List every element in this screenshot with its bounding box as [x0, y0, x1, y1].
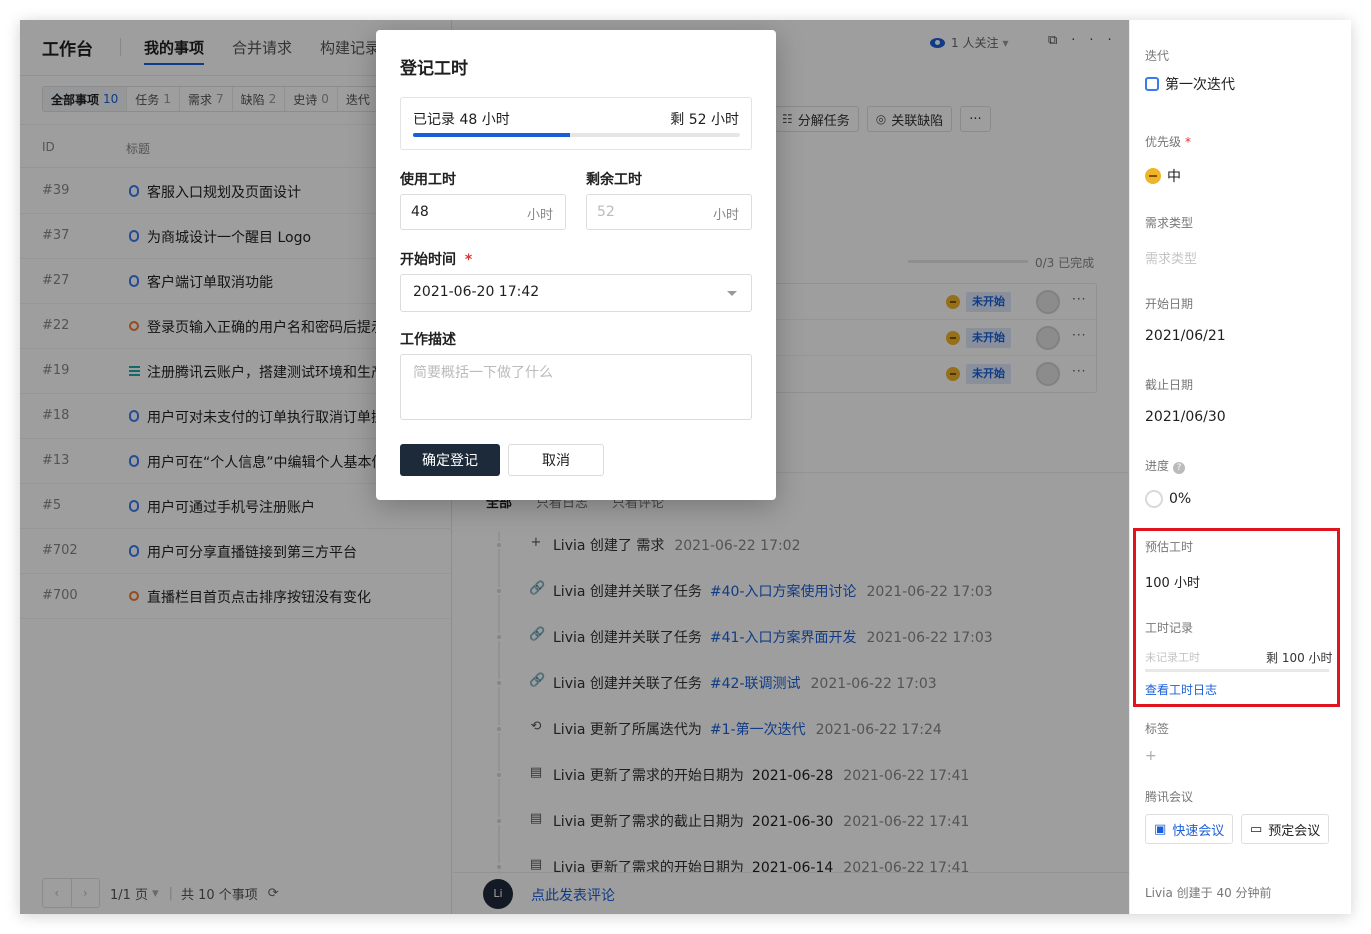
add-tag-button[interactable]: +	[1145, 748, 1157, 764]
log-work-dialog: 登记工时 已记录 48 小时 剩 52 小时 使用工时 小时 剩余工时 小时 开…	[376, 30, 776, 500]
start-time-label: 开始时间 *	[400, 252, 473, 268]
used-hours-label: 使用工时	[400, 172, 456, 188]
worklog-summary: 已记录 48 小时 剩 52 小时	[400, 97, 752, 150]
remaining-hours-unit: 小时	[712, 208, 739, 223]
progress-ring-icon	[1145, 490, 1163, 508]
worklog-unrecorded: 未记录工时	[1145, 651, 1200, 664]
summary-progress-track	[413, 133, 740, 137]
start-time-picker[interactable]: 2021-06-20 17:42	[400, 274, 752, 312]
meeting-label: 腾讯会议	[1145, 790, 1194, 804]
start-time-value: 2021-06-20 17:42	[413, 284, 540, 300]
confirm-log-button[interactable]: 确定登记	[400, 444, 500, 476]
summary-progress-fill	[413, 133, 570, 137]
start-date-label: 开始日期	[1145, 297, 1194, 311]
due-date-label: 截止日期	[1145, 378, 1194, 392]
estimate-value[interactable]: 100 小时	[1145, 572, 1200, 591]
remaining-hours-label: 剩余工时	[586, 172, 642, 188]
description-label: 工作描述	[400, 332, 456, 348]
iteration-label: 迭代	[1145, 49, 1170, 63]
description-field	[400, 354, 752, 420]
created-note: Livia 创建于 40 分钟前	[1145, 886, 1272, 900]
estimate-label: 预估工时	[1145, 540, 1194, 554]
worklog-label: 工时记录	[1145, 621, 1194, 635]
worklog-remaining: 剩 100 小时	[1266, 651, 1333, 665]
remaining-hours: 剩 52 小时	[670, 112, 739, 128]
req-type-select[interactable]: 需求类型	[1145, 248, 1197, 267]
tags-label: 标签	[1145, 722, 1170, 736]
description-input[interactable]	[401, 355, 751, 419]
chevron-down-icon	[727, 291, 737, 296]
view-worklog-link[interactable]: 查看工时日志	[1145, 681, 1217, 698]
priority-value[interactable]: 中	[1145, 166, 1181, 186]
worklog-bar	[1145, 669, 1329, 672]
iteration-value[interactable]: 第一次迭代	[1145, 74, 1235, 94]
iteration-icon	[1145, 77, 1159, 91]
start-date-value[interactable]: 2021/06/21	[1145, 328, 1226, 344]
priority-medium-icon	[1145, 168, 1161, 184]
quick-meeting-button[interactable]: ▣ 快速会议	[1145, 814, 1234, 844]
properties-panel: 迭代 第一次迭代 优先级 * 中 需求类型 需求类型 开始日期 2021/06/2…	[1129, 20, 1351, 914]
remaining-hours-field: 小时	[586, 194, 752, 230]
calendar-icon: ▭	[1250, 821, 1263, 837]
dialog-title: 登记工时	[400, 59, 468, 79]
progress-label: 进度?	[1145, 457, 1186, 474]
cancel-button[interactable]: 取消	[508, 444, 604, 476]
help-icon: ?	[1173, 462, 1186, 474]
remaining-hours-input[interactable]	[597, 195, 697, 229]
recorded-hours: 已记录 48 小时	[413, 112, 510, 128]
priority-label: 优先级 *	[1145, 135, 1192, 149]
schedule-meeting-button[interactable]: ▭ 预定会议	[1241, 814, 1330, 844]
due-date-value[interactable]: 2021/06/30	[1145, 409, 1226, 425]
used-hours-input[interactable]	[411, 195, 511, 229]
meeting-icon: ▣	[1154, 821, 1167, 837]
progress-value[interactable]: 0%	[1145, 490, 1191, 508]
used-hours-field: 小时	[400, 194, 566, 230]
app-window: 工作台 我的事项 合并请求 构建记录 全部事项 10 任务 1 需求 7 缺陷 2 史诗…	[20, 20, 1351, 914]
used-hours-unit: 小时	[526, 208, 553, 223]
req-type-label: 需求类型	[1145, 216, 1194, 230]
